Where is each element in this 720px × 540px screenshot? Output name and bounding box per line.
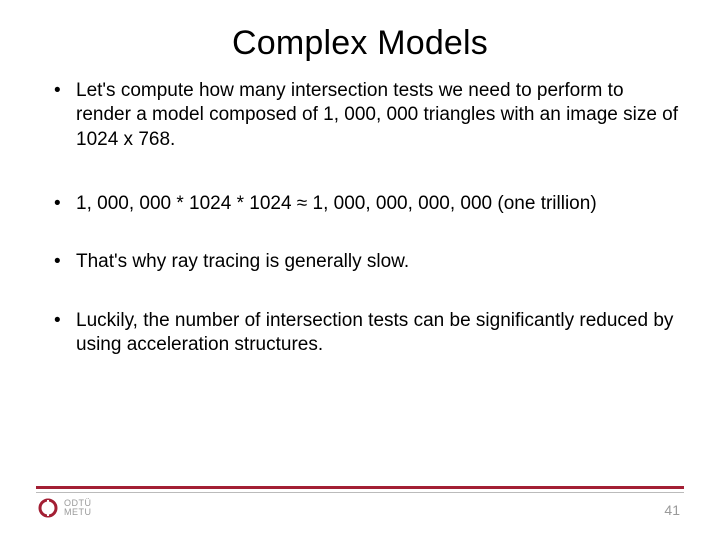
university-logo: ODTÜ METU	[38, 498, 92, 518]
bullet-item: That's why ray tracing is generally slow…	[54, 250, 682, 274]
bullet-item: Let's compute how many intersection test…	[54, 79, 682, 152]
bullet-item: 1, 000, 000 * 1024 * 1024 ≈ 1, 000, 000,…	[54, 192, 682, 216]
logo-line-2: METU	[64, 508, 92, 517]
slide-footer: ODTÜ METU 41	[0, 486, 720, 526]
metu-logo-icon	[38, 498, 58, 518]
slide: Complex Models Let's compute how many in…	[0, 0, 720, 540]
slide-title: Complex Models	[38, 24, 682, 63]
footer-rule-thick	[36, 486, 684, 489]
bullet-item: Luckily, the number of intersection test…	[54, 309, 682, 358]
footer-rule-thin	[36, 492, 684, 493]
logo-text: ODTÜ METU	[64, 499, 92, 517]
bullet-list: Let's compute how many intersection test…	[38, 79, 682, 357]
page-number: 41	[664, 502, 680, 518]
